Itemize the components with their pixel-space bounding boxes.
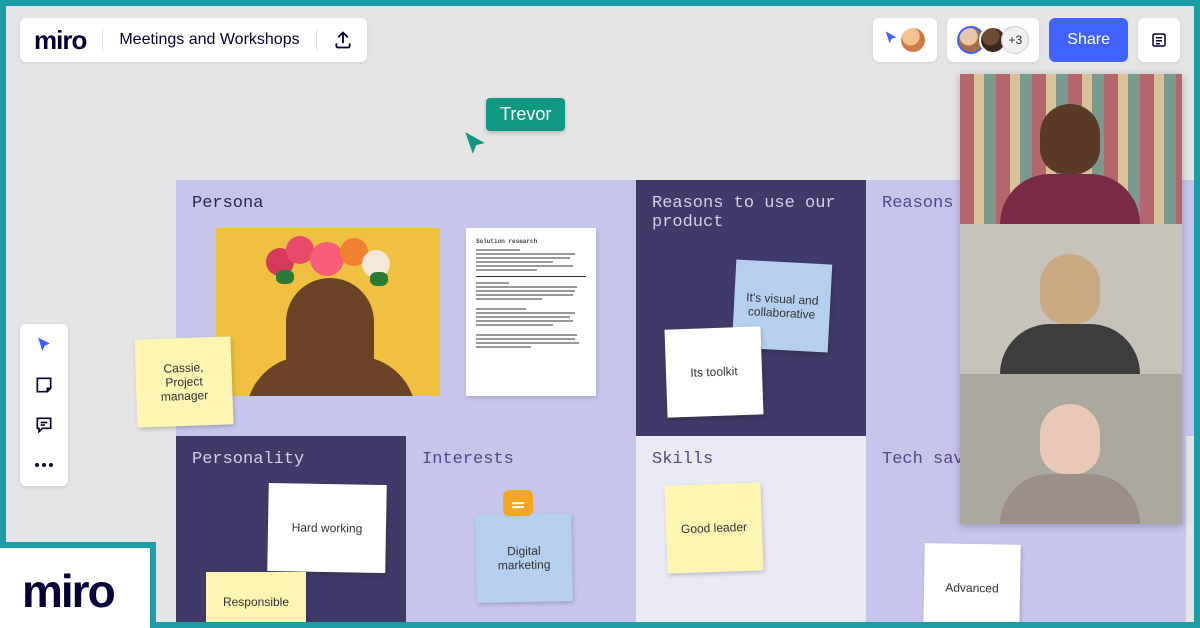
- collaborator-avatars[interactable]: +3: [947, 18, 1039, 62]
- video-tile[interactable]: [960, 224, 1182, 374]
- section-title: Persona: [192, 194, 263, 213]
- divider: [316, 29, 317, 51]
- video-tile[interactable]: [960, 374, 1182, 524]
- facilitator-avatars[interactable]: [873, 18, 937, 62]
- section-personality[interactable]: Personality Hard working Responsible: [176, 436, 406, 622]
- board-bar: miro Meetings and Workshops: [20, 18, 367, 62]
- avatar[interactable]: [899, 26, 927, 54]
- miro-logo: miro: [22, 564, 114, 618]
- sticky-note[interactable]: Hard working: [267, 483, 387, 573]
- sticky-note-cassie[interactable]: Cassie, Project manager: [134, 336, 233, 427]
- video-call-panel[interactable]: [960, 74, 1182, 524]
- miro-watermark: miro: [0, 542, 156, 628]
- cursor-icon: [883, 30, 899, 51]
- sticky-note[interactable]: Its toolkit: [664, 326, 763, 417]
- presence-bar: +3 Share: [873, 18, 1180, 62]
- remote-cursor-label: Trevor: [486, 98, 565, 131]
- persona-photo[interactable]: [216, 228, 440, 396]
- sticky-note[interactable]: Advanced: [923, 543, 1021, 622]
- miro-logo: miro: [34, 25, 86, 56]
- doc-title: Solution research: [476, 238, 586, 246]
- divider: [102, 29, 103, 51]
- tool-toolbar: [20, 324, 68, 486]
- section-title: Skills: [652, 450, 713, 469]
- more-users-badge[interactable]: +3: [1001, 26, 1029, 54]
- more-tools[interactable]: [33, 454, 55, 476]
- section-title: Reasons to use our product: [652, 194, 836, 232]
- sticky-note-tool[interactable]: [33, 374, 55, 396]
- video-tile[interactable]: [960, 74, 1182, 224]
- share-button[interactable]: Share: [1049, 18, 1128, 62]
- sticky-note[interactable]: Good leader: [664, 482, 763, 573]
- section-title: Interests: [422, 450, 514, 469]
- board-title[interactable]: Meetings and Workshops: [119, 31, 299, 49]
- activity-button[interactable]: [1138, 18, 1180, 62]
- comment-icon[interactable]: [503, 490, 533, 517]
- research-document[interactable]: Solution research: [466, 228, 596, 396]
- note-text: Digital marketing: [484, 543, 564, 572]
- sticky-note[interactable]: Digital marketing: [475, 513, 573, 603]
- section-skills[interactable]: Skills Good leader: [636, 436, 866, 622]
- canvas-app: miro Meetings and Workshops +3 Share: [6, 6, 1194, 622]
- export-icon[interactable]: [333, 30, 353, 50]
- section-reasons[interactable]: Reasons to use our product It's visual a…: [636, 180, 866, 436]
- comment-tool[interactable]: [33, 414, 55, 436]
- section-persona[interactable]: Persona Solution research: [176, 180, 636, 436]
- select-tool[interactable]: [33, 334, 55, 356]
- section-interests[interactable]: Interests Digital marketing: [406, 436, 636, 622]
- section-title: Personality: [192, 450, 304, 469]
- remote-cursor-icon: [462, 130, 488, 161]
- sticky-note[interactable]: Responsible: [206, 572, 306, 622]
